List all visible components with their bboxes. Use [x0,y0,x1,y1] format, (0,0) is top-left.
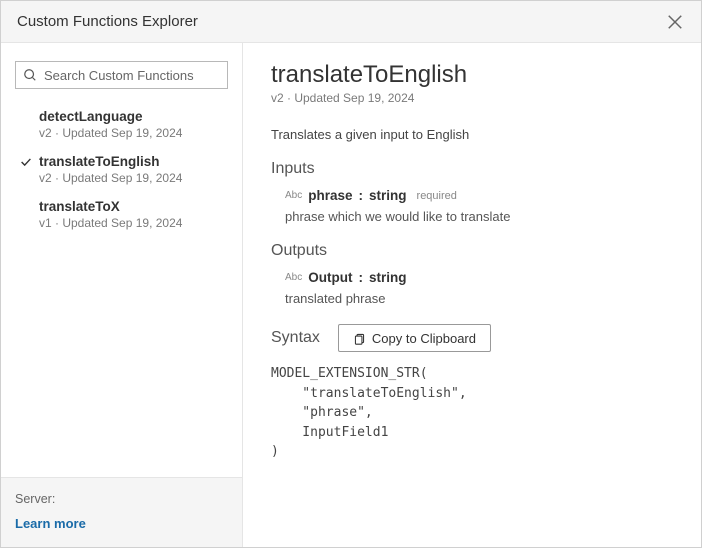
window-title: Custom Functions Explorer [17,13,198,30]
server-label: Server: [15,492,228,506]
outputs-heading: Outputs [271,242,677,260]
detail-meta: v2 · Updated Sep 19, 2024 [271,91,677,105]
output-param-name: Output [308,270,352,285]
search-wrap [15,61,228,89]
close-icon[interactable] [665,12,685,32]
function-item-translatetoenglish[interactable]: translateToEnglish v2 · Updated Sep 19, … [15,148,228,193]
function-meta: v2 · Updated Sep 19, 2024 [39,171,224,185]
search-input[interactable] [15,61,228,89]
function-name: detectLanguage [39,109,224,124]
inputs-heading: Inputs [271,160,677,178]
function-name: translateToEnglish [39,154,224,169]
search-icon [23,68,37,82]
abc-icon: Abc [285,272,302,283]
output-param-sep: : [358,270,363,285]
window: Custom Functions Explorer detectLanguage [0,0,702,548]
function-item-detectlanguage[interactable]: detectLanguage v2 · Updated Sep 19, 2024 [15,103,228,148]
syntax-code: MODEL_EXTENSION_STR( "translateToEnglish… [271,364,677,462]
detail-description: Translates a given input to English [271,127,677,142]
check-icon [19,155,33,169]
detail-title: translateToEnglish [271,61,677,89]
clipboard-icon [353,332,366,345]
syntax-heading: Syntax [271,329,320,347]
syntax-row: Syntax Copy to Clipboard [271,324,677,352]
function-name: translateToX [39,199,224,214]
input-param-name: phrase [308,188,352,203]
input-param-type: string [369,188,407,203]
detail-pane: translateToEnglish v2 · Updated Sep 19, … [243,43,701,547]
body: detectLanguage v2 · Updated Sep 19, 2024… [1,43,701,547]
output-param-desc: translated phrase [271,291,677,306]
input-param-required: required [417,190,457,202]
copy-button-label: Copy to Clipboard [372,331,476,346]
sidebar: detectLanguage v2 · Updated Sep 19, 2024… [1,43,243,547]
function-meta: v1 · Updated Sep 19, 2024 [39,216,224,230]
abc-icon: Abc [285,190,302,201]
copy-to-clipboard-button[interactable]: Copy to Clipboard [338,324,491,352]
output-param-type: string [369,270,407,285]
learn-more-link[interactable]: Learn more [15,516,228,531]
function-meta: v2 · Updated Sep 19, 2024 [39,126,224,140]
sidebar-footer: Server: Learn more [1,477,242,547]
function-item-translatetox[interactable]: translateToX v1 · Updated Sep 19, 2024 [15,193,228,238]
input-param-row: Abc phrase : string required [271,188,677,203]
sidebar-top: detectLanguage v2 · Updated Sep 19, 2024… [1,43,242,477]
output-param-row: Abc Output : string [271,270,677,285]
titlebar: Custom Functions Explorer [1,1,701,43]
input-param-desc: phrase which we would like to translate [271,209,677,224]
input-param-sep: : [359,188,364,203]
function-list: detectLanguage v2 · Updated Sep 19, 2024… [15,103,228,238]
